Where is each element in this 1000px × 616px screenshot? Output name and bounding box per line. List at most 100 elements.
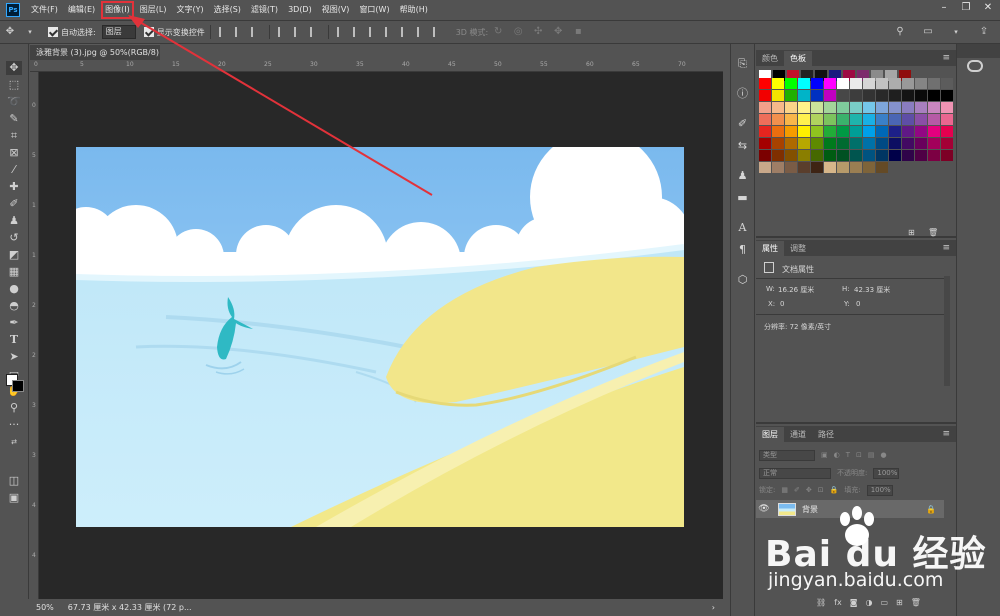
swatch[interactable] xyxy=(863,102,875,113)
auto-select-checkbox[interactable] xyxy=(48,27,58,37)
tool-presets-icon[interactable]: ▬ xyxy=(736,191,750,205)
swatch[interactable] xyxy=(915,150,927,161)
swatch[interactable] xyxy=(824,102,836,113)
healing-brush-tool-icon[interactable]: ✚ xyxy=(6,180,22,194)
panel-menu-icon[interactable]: ≡ xyxy=(942,429,950,439)
distribute-right-icon[interactable] xyxy=(416,27,427,37)
ruler-horizontal[interactable]: 0 5 10 15 20 25 30 35 40 45 50 55 60 65 70 xyxy=(30,60,723,72)
menu-item[interactable]: 选择(S) xyxy=(209,0,246,20)
swap-colors-icon[interactable]: ⇄ xyxy=(6,435,22,449)
character-icon[interactable]: A xyxy=(736,221,750,235)
zoom-level[interactable]: 50% xyxy=(36,603,54,612)
swatch[interactable] xyxy=(928,114,940,125)
swatch[interactable] xyxy=(850,114,862,125)
swatch[interactable] xyxy=(863,78,875,89)
x-value[interactable]: 0 xyxy=(780,300,784,308)
distribute-left-icon[interactable] xyxy=(384,27,395,37)
link-layers-icon[interactable]: ⛓ xyxy=(816,598,826,607)
swatch[interactable] xyxy=(863,126,875,137)
swatch[interactable] xyxy=(759,138,771,149)
swatch[interactable] xyxy=(863,150,875,161)
align-right-icon[interactable] xyxy=(250,27,261,37)
swatch[interactable] xyxy=(902,78,914,89)
swatch[interactable] xyxy=(928,102,940,113)
swatch[interactable] xyxy=(889,150,901,161)
swatch[interactable] xyxy=(850,138,862,149)
swatch[interactable] xyxy=(889,90,901,101)
swatch[interactable] xyxy=(772,126,784,137)
swatch[interactable] xyxy=(785,126,797,137)
swatch[interactable] xyxy=(915,138,927,149)
filter-smart-icon[interactable]: ▤ xyxy=(868,451,875,459)
swatch[interactable] xyxy=(876,162,888,173)
swatch[interactable] xyxy=(759,114,771,125)
distribute-middle-icon[interactable] xyxy=(352,27,363,37)
swatch[interactable] xyxy=(772,114,784,125)
swatch[interactable] xyxy=(863,90,875,101)
scrollbar[interactable] xyxy=(944,276,950,386)
swatch[interactable] xyxy=(785,114,797,125)
swatch[interactable] xyxy=(928,78,940,89)
fx-icon[interactable]: fx xyxy=(834,598,842,607)
brush-tool-icon[interactable]: ✐ xyxy=(6,197,22,211)
swatch[interactable] xyxy=(759,150,771,161)
share-icon[interactable]: ⇪ xyxy=(977,25,991,39)
swatch[interactable] xyxy=(772,162,784,173)
background-color-swatch[interactable] xyxy=(12,380,24,392)
panel-menu-icon[interactable]: ≡ xyxy=(942,243,950,253)
swatch[interactable] xyxy=(889,102,901,113)
distribute-bottom-icon[interactable] xyxy=(368,27,379,37)
blend-mode-select[interactable]: 正常 xyxy=(759,467,831,479)
screen-mode-icon[interactable]: ▣ xyxy=(6,491,22,505)
swatch[interactable] xyxy=(811,102,823,113)
swatch[interactable] xyxy=(902,150,914,161)
swatch[interactable] xyxy=(850,126,862,137)
align-bottom-icon[interactable] xyxy=(309,27,320,37)
align-center-icon[interactable] xyxy=(234,27,245,37)
swatch[interactable] xyxy=(915,126,927,137)
swatch[interactable] xyxy=(850,78,862,89)
3d-slide-icon[interactable]: ✥ xyxy=(551,25,565,39)
swatch[interactable] xyxy=(811,138,823,149)
swatch[interactable] xyxy=(824,78,836,89)
filter-shape-icon[interactable]: ⊡ xyxy=(856,451,862,459)
search-icon[interactable]: ⚲ xyxy=(893,25,907,39)
filter-pixel-icon[interactable]: ▣ xyxy=(821,451,828,459)
swatch[interactable] xyxy=(915,90,927,101)
swatch[interactable] xyxy=(941,150,953,161)
align-top-icon[interactable] xyxy=(277,27,288,37)
brush-settings-icon[interactable]: ✐ xyxy=(736,117,750,131)
swatch[interactable] xyxy=(772,78,784,89)
swatch[interactable] xyxy=(941,90,953,101)
layer-filter-select[interactable]: 类型 xyxy=(759,449,815,461)
clone-source-icon[interactable]: ♟ xyxy=(736,169,750,183)
swatch[interactable] xyxy=(876,102,888,113)
more-tools-icon[interactable]: ··· xyxy=(6,418,22,432)
menu-item[interactable]: 文字(Y) xyxy=(171,0,208,20)
fill-input[interactable]: 100% xyxy=(866,484,893,496)
swatch[interactable] xyxy=(785,162,797,173)
swatch[interactable] xyxy=(850,162,862,173)
swatch[interactable] xyxy=(941,102,953,113)
swatch[interactable] xyxy=(837,150,849,161)
group-icon[interactable]: ▭ xyxy=(880,598,888,607)
swatch[interactable] xyxy=(811,90,823,101)
swatch[interactable] xyxy=(902,114,914,125)
swatch[interactable] xyxy=(798,114,810,125)
align-middle-icon[interactable] xyxy=(293,27,304,37)
swatch[interactable] xyxy=(889,78,901,89)
lock-artboard-icon[interactable]: ⊡ xyxy=(818,486,824,494)
menu-item[interactable]: 窗口(W) xyxy=(354,0,394,20)
3d-pan-icon[interactable]: ✣ xyxy=(531,25,545,39)
swatch[interactable] xyxy=(798,138,810,149)
swatch[interactable] xyxy=(837,90,849,101)
width-value[interactable]: 16.26 厘米 xyxy=(778,285,814,295)
swatch[interactable] xyxy=(889,126,901,137)
blur-tool-icon[interactable]: ● xyxy=(6,282,22,296)
y-value[interactable]: 0 xyxy=(856,300,860,308)
swatch[interactable] xyxy=(863,162,875,173)
swatch[interactable] xyxy=(759,78,771,89)
chevron-right-icon[interactable]: › xyxy=(712,603,715,612)
marquee-tool-icon[interactable]: ⬚ xyxy=(6,78,22,92)
swatch[interactable] xyxy=(824,162,836,173)
